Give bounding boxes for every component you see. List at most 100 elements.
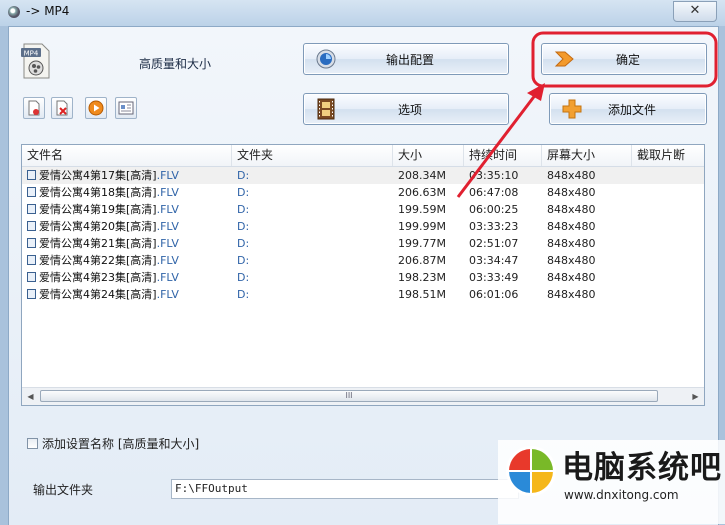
screen-cell: 848x480: [547, 254, 596, 267]
size-cell: 199.99M: [398, 220, 446, 233]
table-row[interactable]: 爱情公寓4第17集[高清].FLV D: 208.34M 03:35:10 848x48…: [22, 167, 704, 184]
output-config-icon: [312, 46, 340, 72]
file-name-cell: 爱情公寓4第18集[高清].FLV: [22, 184, 232, 201]
app-icon[interactable]: [8, 6, 20, 18]
column-header-name[interactable]: 文件名: [22, 145, 232, 166]
file-extension: .FLV: [156, 288, 179, 301]
folder-cell: D:: [237, 186, 250, 199]
clear-list-icon: [56, 100, 68, 116]
file-name: 爱情公寓4第17集[高清]: [39, 169, 157, 182]
screen-cell: 848x480: [547, 186, 596, 199]
file-name-cell: 爱情公寓4第21集[高清].FLV: [22, 235, 232, 252]
size-cell: 206.63M: [398, 186, 446, 199]
file-info-button[interactable]: [115, 97, 137, 119]
folder-cell: D:: [237, 169, 250, 182]
file-name-cell: 爱情公寓4第24集[高清].FLV: [22, 286, 232, 303]
ok-button[interactable]: 确定: [541, 43, 707, 75]
folder-cell: D:: [237, 271, 250, 284]
close-button[interactable]: ✕: [673, 1, 717, 22]
table-row[interactable]: 爱情公寓4第23集[高清].FLV D: 198.23M 03:33:49 848x48…: [22, 269, 704, 286]
checkbox-box[interactable]: [27, 438, 38, 449]
size-cell: 198.23M: [398, 271, 446, 284]
file-info-icon: [118, 101, 134, 115]
file-name: 爱情公寓4第21集[高清]: [39, 237, 157, 250]
add-file-label: 添加文件: [607, 102, 656, 117]
folder-cell: D:: [237, 220, 250, 233]
file-name: 爱情公寓4第19集[高清]: [39, 203, 157, 216]
clear-list-button[interactable]: [51, 97, 73, 119]
duration-cell: 06:00:25: [469, 203, 519, 216]
remove-file-button[interactable]: [23, 97, 45, 119]
watermark: 电脑系统吧 www.dnxitong.com: [498, 440, 725, 524]
file-extension: .FLV: [156, 271, 179, 284]
file-name: 爱情公寓4第20集[高清]: [39, 220, 157, 233]
title-bar: -> MP4 ✕: [0, 0, 725, 26]
screen-cell: 848x480: [547, 288, 596, 301]
clip-cell: [632, 286, 704, 303]
file-name: 爱情公寓4第18集[高清]: [39, 186, 157, 199]
video-file-icon: [27, 187, 36, 197]
file-name-cell: 爱情公寓4第23集[高清].FLV: [22, 269, 232, 286]
add-file-button[interactable]: 添加文件: [549, 93, 707, 125]
close-icon: ✕: [689, 3, 701, 18]
column-header-folder[interactable]: 文件夹: [232, 145, 393, 166]
file-extension: .FLV: [156, 186, 179, 199]
column-header-clip[interactable]: 截取片断: [632, 145, 704, 166]
video-file-icon: [27, 170, 36, 180]
file-name: 爱情公寓4第24集[高清]: [39, 288, 157, 301]
duration-cell: 03:35:10: [469, 169, 519, 182]
size-cell: 208.34M: [398, 169, 446, 182]
scroll-thumb[interactable]: III: [40, 390, 658, 402]
output-folder-label: 输出文件夹: [33, 483, 94, 497]
clip-cell: [632, 201, 704, 218]
table-row[interactable]: 爱情公寓4第21集[高清].FLV D: 199.77M 02:51:07 848x48…: [22, 235, 704, 252]
duration-cell: 03:33:49: [469, 271, 519, 284]
clip-cell: [632, 252, 704, 269]
duration-cell: 03:34:47: [469, 254, 519, 267]
clip-cell: [632, 167, 704, 184]
video-file-icon: [27, 255, 36, 265]
arrow-right-icon: [550, 46, 578, 72]
table-row[interactable]: 爱情公寓4第19集[高清].FLV D: 199.59M 06:00:25 848x48…: [22, 201, 704, 218]
column-header-size[interactable]: 大小: [393, 145, 464, 166]
table-row[interactable]: 爱情公寓4第18集[高清].FLV D: 206.63M 06:47:08 848x48…: [22, 184, 704, 201]
window-title: -> MP4: [26, 4, 70, 18]
ok-label: 确定: [615, 52, 640, 67]
append-setting-checkbox[interactable]: 添加设置名称 [高质量和大小]: [27, 435, 199, 452]
film-strip-icon: [312, 96, 340, 122]
table-row[interactable]: 爱情公寓4第20集[高清].FLV D: 199.99M 03:33:23 848x48…: [22, 218, 704, 235]
horizontal-scrollbar[interactable]: ◀ III ▶: [22, 387, 704, 405]
file-name-cell: 爱情公寓4第19集[高清].FLV: [22, 201, 232, 218]
file-name: 爱情公寓4第22集[高清]: [39, 254, 157, 267]
screen-cell: 848x480: [547, 271, 596, 284]
size-cell: 199.59M: [398, 203, 446, 216]
scroll-right-icon[interactable]: ▶: [687, 388, 704, 405]
folder-cell: D:: [237, 203, 250, 216]
remove-file-icon: [28, 100, 40, 116]
size-cell: 206.87M: [398, 254, 446, 267]
column-header-screen-size[interactable]: 屏幕大小: [542, 145, 632, 166]
table-row[interactable]: 爱情公寓4第22集[高清].FLV D: 206.87M 03:34:47 848x48…: [22, 252, 704, 269]
file-name-cell: 爱情公寓4第22集[高清].FLV: [22, 252, 232, 269]
video-file-icon: [27, 204, 36, 214]
file-name-cell: 爱情公寓4第20集[高清].FLV: [22, 218, 232, 235]
file-list-header: 文件名 文件夹 大小 持续时间 屏幕大小 截取片断: [22, 145, 704, 167]
output-config-button[interactable]: 输出配置: [303, 43, 509, 75]
folder-cell: D:: [237, 288, 250, 301]
mp4-format-icon: MP4: [21, 43, 50, 79]
scroll-left-icon[interactable]: ◀: [22, 388, 39, 405]
column-header-duration[interactable]: 持续时间: [464, 145, 542, 166]
duration-cell: 03:33:23: [469, 220, 519, 233]
file-extension: .FLV: [156, 237, 179, 250]
play-button[interactable]: [85, 97, 107, 119]
table-row[interactable]: 爱情公寓4第24集[高清].FLV D: 198.51M 06:01:06 848x48…: [22, 286, 704, 303]
options-button[interactable]: 选项: [303, 93, 509, 125]
file-list[interactable]: 文件名 文件夹 大小 持续时间 屏幕大小 截取片断 爱情公寓4第17集[高清].…: [21, 144, 705, 406]
screen-cell: 848x480: [547, 169, 596, 182]
folder-cell: D:: [237, 237, 250, 250]
preset-label: 高质量和大小: [139, 57, 212, 71]
options-label: 选项: [397, 102, 422, 117]
output-folder-field[interactable]: F:\FFOutput: [171, 479, 519, 499]
screen-cell: 848x480: [547, 237, 596, 250]
screen-cell: 848x480: [547, 220, 596, 233]
